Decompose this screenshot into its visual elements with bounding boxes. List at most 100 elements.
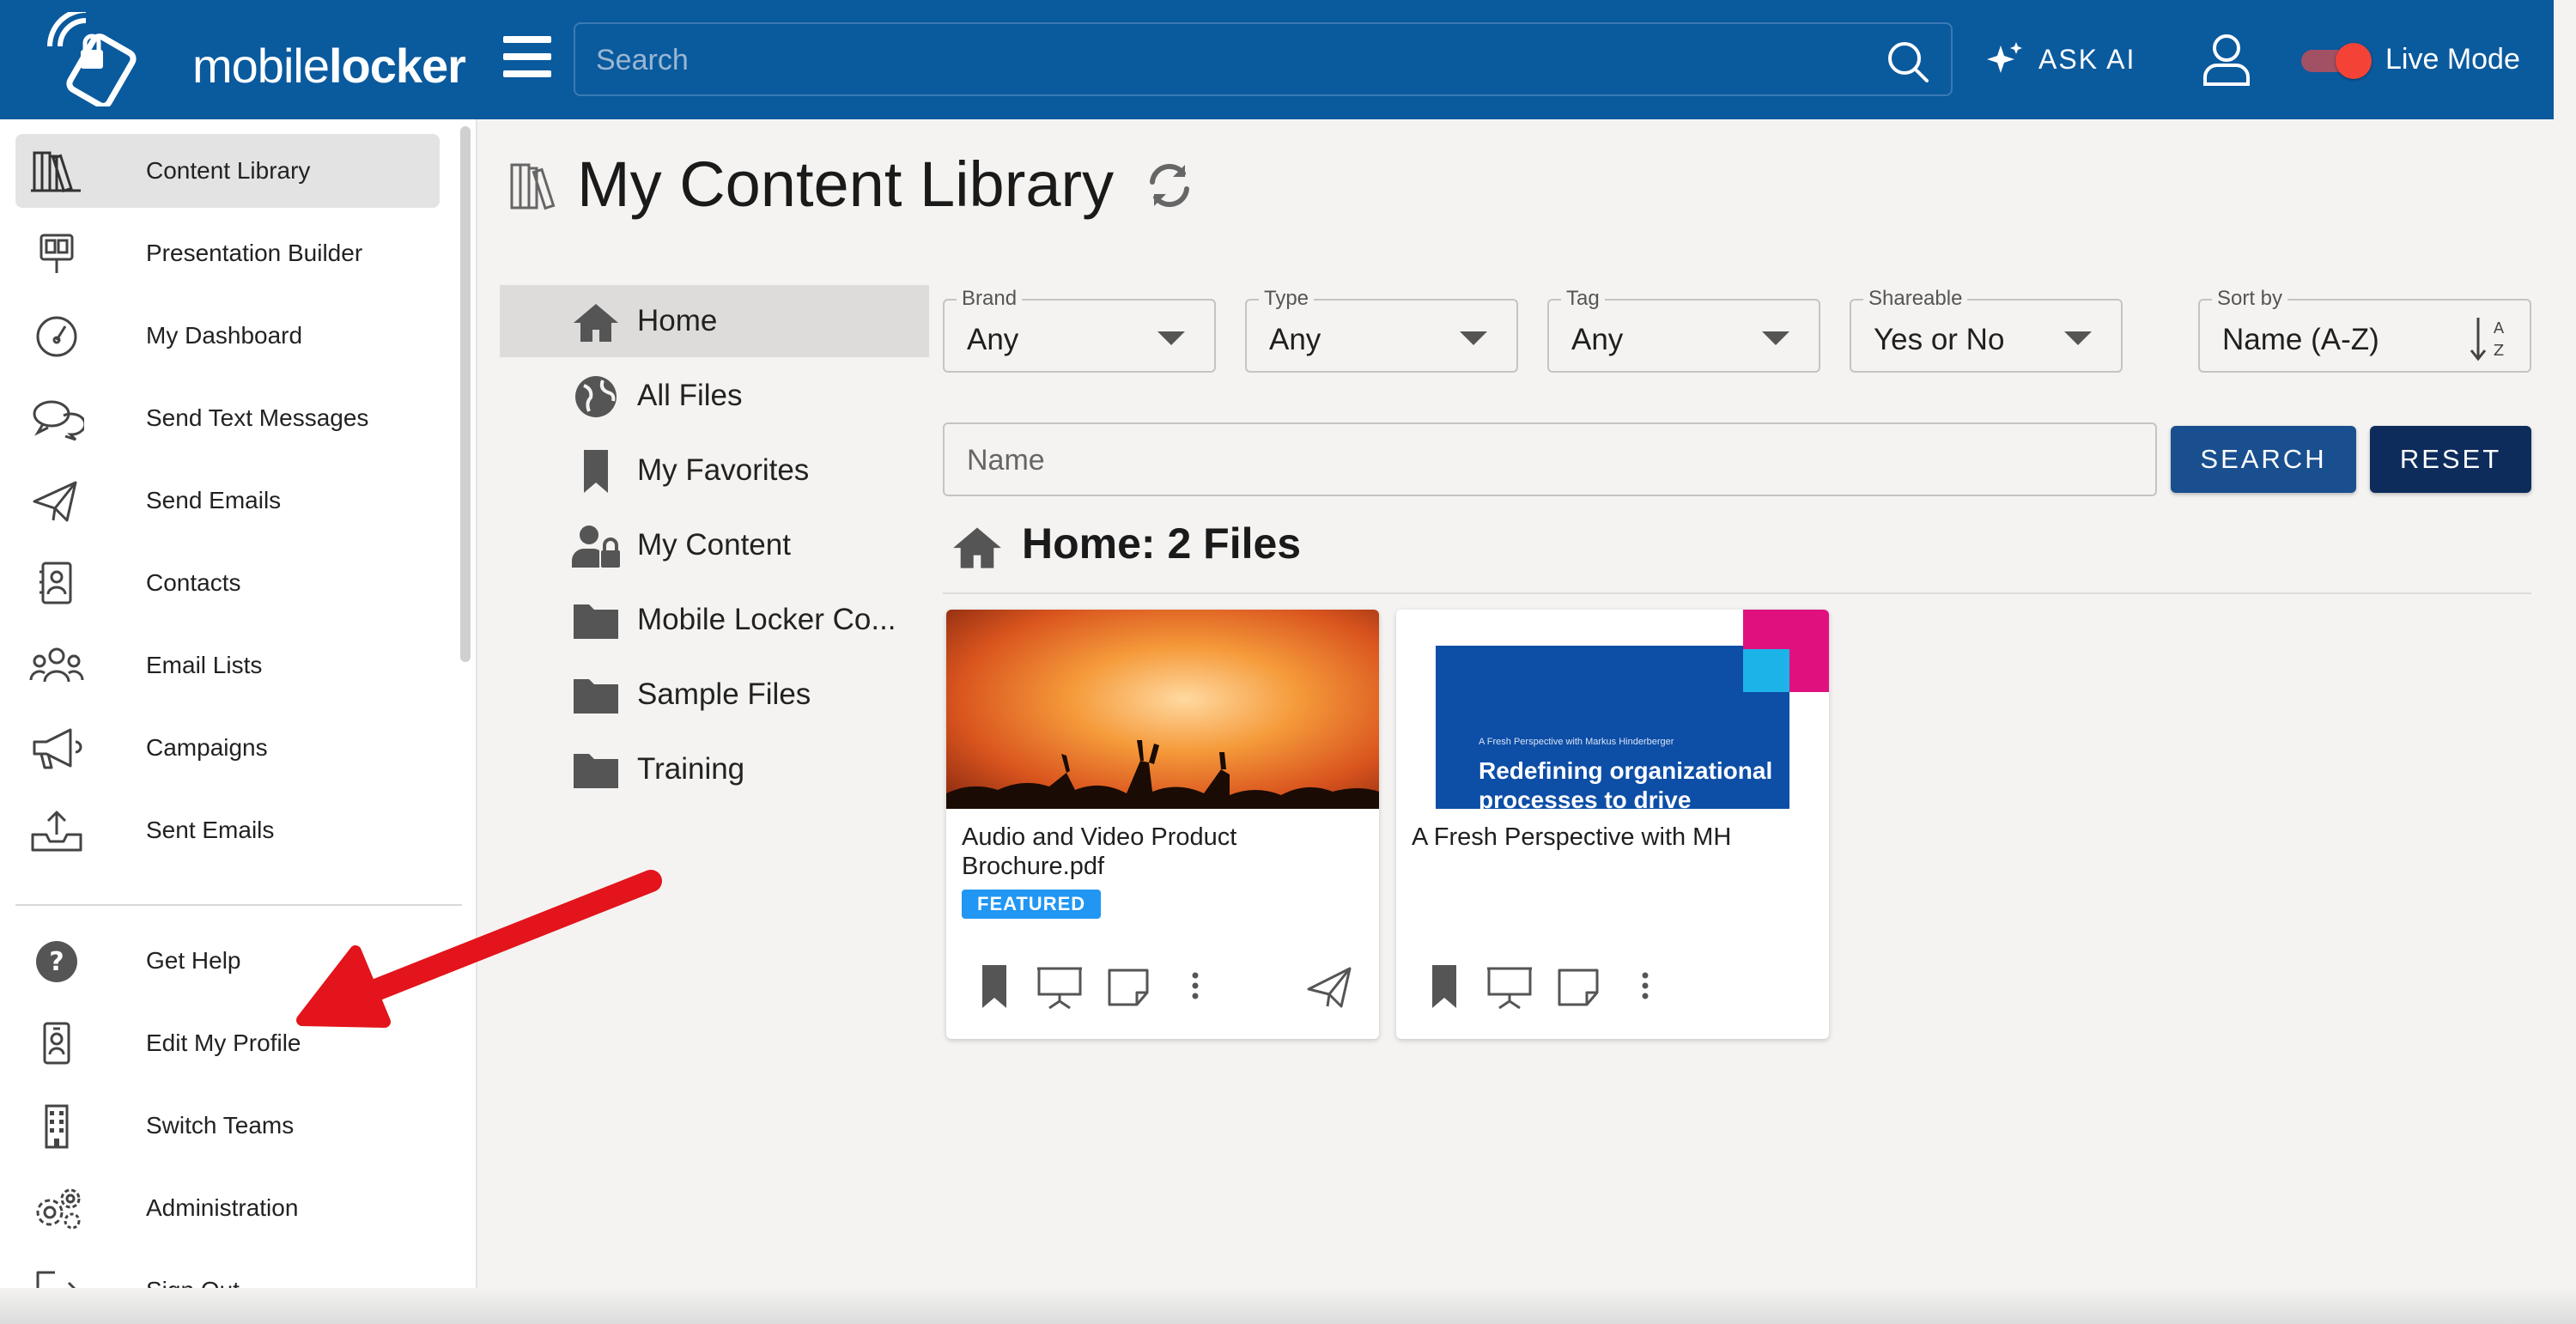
bookmark-icon[interactable] xyxy=(1420,960,1468,1011)
folder-label: Training xyxy=(637,752,745,786)
paper-plane-icon xyxy=(33,481,77,522)
caret-down-icon xyxy=(1762,331,1789,345)
ask-ai-label: ASK AI xyxy=(2038,43,2136,75)
people-group-icon xyxy=(29,647,84,683)
chat-bubbles-icon xyxy=(33,400,84,441)
sidebar-item-switch-teams[interactable]: Switch Teams xyxy=(15,1089,440,1163)
sidebar-item-email-lists[interactable]: Email Lists xyxy=(15,629,440,702)
shareable-filter-value: Yes or No xyxy=(1874,323,2005,356)
sidebar-item-my-dashboard[interactable]: My Dashboard xyxy=(15,299,440,373)
folder-all-files[interactable]: All Files xyxy=(500,360,929,432)
folder-my-content[interactable]: My Content xyxy=(500,509,929,581)
file-thumbnail-presentation[interactable]: A Fresh Perspective with Markus Hinderbe… xyxy=(1396,610,1829,809)
search-icon[interactable] xyxy=(1886,39,1930,84)
sidebar-item-label: Campaigns xyxy=(146,734,268,761)
folder-label: My Favorites xyxy=(637,453,810,487)
file-card-title[interactable]: A Fresh Perspective with MH xyxy=(1412,823,1815,852)
phone-lock-icon xyxy=(47,8,137,109)
file-card-title[interactable]: Audio and Video Product Brochure.pdf xyxy=(962,823,1365,881)
sidebar-item-send-text-messages[interactable]: Send Text Messages xyxy=(15,381,440,455)
home-icon xyxy=(574,304,618,342)
page-title: My Content Library xyxy=(577,149,1115,220)
folder-my-favorites[interactable]: My Favorites xyxy=(500,434,929,507)
name-search-field[interactable] xyxy=(943,422,2157,496)
folder-icon xyxy=(574,754,618,788)
brand-filter-label: Brand xyxy=(957,287,1023,311)
sidebar-item-label: Send Text Messages xyxy=(146,404,369,431)
svg-text:?: ? xyxy=(49,947,64,977)
sidebar-item-contacts[interactable]: Contacts xyxy=(15,546,440,620)
sort-by-select[interactable]: Sort by Name (A-Z) AZ xyxy=(2198,287,2531,373)
present-icon[interactable] xyxy=(1485,960,1534,1011)
tag-filter-select[interactable]: Tag Any xyxy=(1547,287,1820,373)
folder-label: Sample Files xyxy=(637,677,811,711)
refresh-icon[interactable] xyxy=(1145,161,1194,210)
sidebar-item-sent-emails[interactable]: Sent Emails xyxy=(15,793,440,867)
tag-filter-label: Tag xyxy=(1561,287,1605,311)
sidebar-item-label: Administration xyxy=(146,1194,299,1221)
file-card-audio-video-brochure[interactable]: Audio and Video Product Brochure.pdf FEA… xyxy=(946,610,1379,1039)
folder-home[interactable]: Home xyxy=(500,285,929,357)
hamburger-menu-icon[interactable] xyxy=(503,36,551,84)
user-account-icon[interactable] xyxy=(2202,33,2251,86)
ask-ai-button[interactable]: ASK AI xyxy=(1985,38,2136,81)
section-title: Home: 2 Files xyxy=(1022,519,1302,568)
featured-badge: FEATURED xyxy=(962,890,1102,919)
sidebar-item-administration[interactable]: Administration xyxy=(15,1171,440,1245)
books-icon xyxy=(510,163,556,210)
top-bar: mobilelocker ASK AI Live Mode xyxy=(0,0,2554,119)
paper-plane-icon[interactable] xyxy=(1305,960,1353,1011)
sidebar-item-send-emails[interactable]: Send Emails xyxy=(15,464,440,537)
sidebar-item-label: My Dashboard xyxy=(146,322,303,349)
megaphone-icon xyxy=(33,728,82,769)
sidebar-item-presentation-builder[interactable]: Presentation Builder xyxy=(15,216,440,290)
more-vertical-icon[interactable] xyxy=(1171,960,1219,1011)
reset-button[interactable]: RESET xyxy=(2370,426,2531,493)
sidebar-item-campaigns[interactable]: Campaigns xyxy=(15,711,440,785)
sidebar-item-label: Contacts xyxy=(146,569,241,596)
sticky-note-icon[interactable] xyxy=(1554,960,1602,1011)
folder-sample-files[interactable]: Sample Files xyxy=(500,659,929,731)
logo-text: mobilelocker xyxy=(192,39,466,93)
bookmark-icon xyxy=(584,450,608,493)
search-input[interactable] xyxy=(596,43,1841,77)
type-filter-label: Type xyxy=(1259,287,1315,311)
thumbnail-headline-1: Redefining organizational xyxy=(1479,757,1773,784)
sidebar-scrollbar[interactable] xyxy=(460,126,471,662)
mobilelocker-logo[interactable]: mobilelocker xyxy=(41,8,466,109)
sort-by-value: Name (A-Z) xyxy=(2222,323,2379,356)
global-search[interactable] xyxy=(574,22,1953,96)
bookmark-icon[interactable] xyxy=(970,960,1018,1011)
books-icon xyxy=(31,151,81,193)
search-button[interactable]: SEARCH xyxy=(2171,426,2356,493)
name-search-input[interactable] xyxy=(967,443,2083,477)
brand-filter-select[interactable]: Brand Any xyxy=(943,287,1216,373)
bottom-edge xyxy=(0,1288,2576,1324)
folder-training[interactable]: Training xyxy=(500,733,929,805)
sidebar-item-content-library[interactable]: Content Library xyxy=(15,134,440,208)
caret-down-icon xyxy=(1460,331,1487,345)
folder-mobile-locker-co[interactable]: Mobile Locker Co... xyxy=(500,584,929,656)
sticky-note-icon[interactable] xyxy=(1104,960,1152,1011)
user-lock-icon xyxy=(572,525,620,568)
building-icon xyxy=(45,1104,69,1149)
folder-icon xyxy=(574,604,618,639)
contact-card-icon xyxy=(39,562,72,604)
type-filter-select[interactable]: Type Any xyxy=(1245,287,1518,373)
sidebar-item-label: Sent Emails xyxy=(146,817,275,843)
sort-by-label: Sort by xyxy=(2212,287,2288,311)
section-divider xyxy=(943,592,2531,594)
shareable-filter-select[interactable]: Shareable Yes or No xyxy=(1850,287,2123,373)
shareable-filter-label: Shareable xyxy=(1863,287,1968,311)
file-thumbnail-concert[interactable] xyxy=(946,610,1379,809)
presentation-builder-icon xyxy=(39,234,74,273)
sort-az-icon[interactable]: AZ xyxy=(2468,314,2511,362)
sidebar-item-label: Presentation Builder xyxy=(146,240,363,266)
live-mode-toggle[interactable] xyxy=(2301,43,2377,79)
sidebar-item-label: Content Library xyxy=(146,157,311,184)
present-icon[interactable] xyxy=(1036,960,1084,1011)
more-vertical-icon[interactable] xyxy=(1621,960,1669,1011)
sidebar-item-label: Email Lists xyxy=(146,652,263,678)
file-card-fresh-perspective[interactable]: A Fresh Perspective with Markus Hinderbe… xyxy=(1396,610,1829,1039)
thumbnail-headline-2: processes to drive xyxy=(1479,787,1692,809)
